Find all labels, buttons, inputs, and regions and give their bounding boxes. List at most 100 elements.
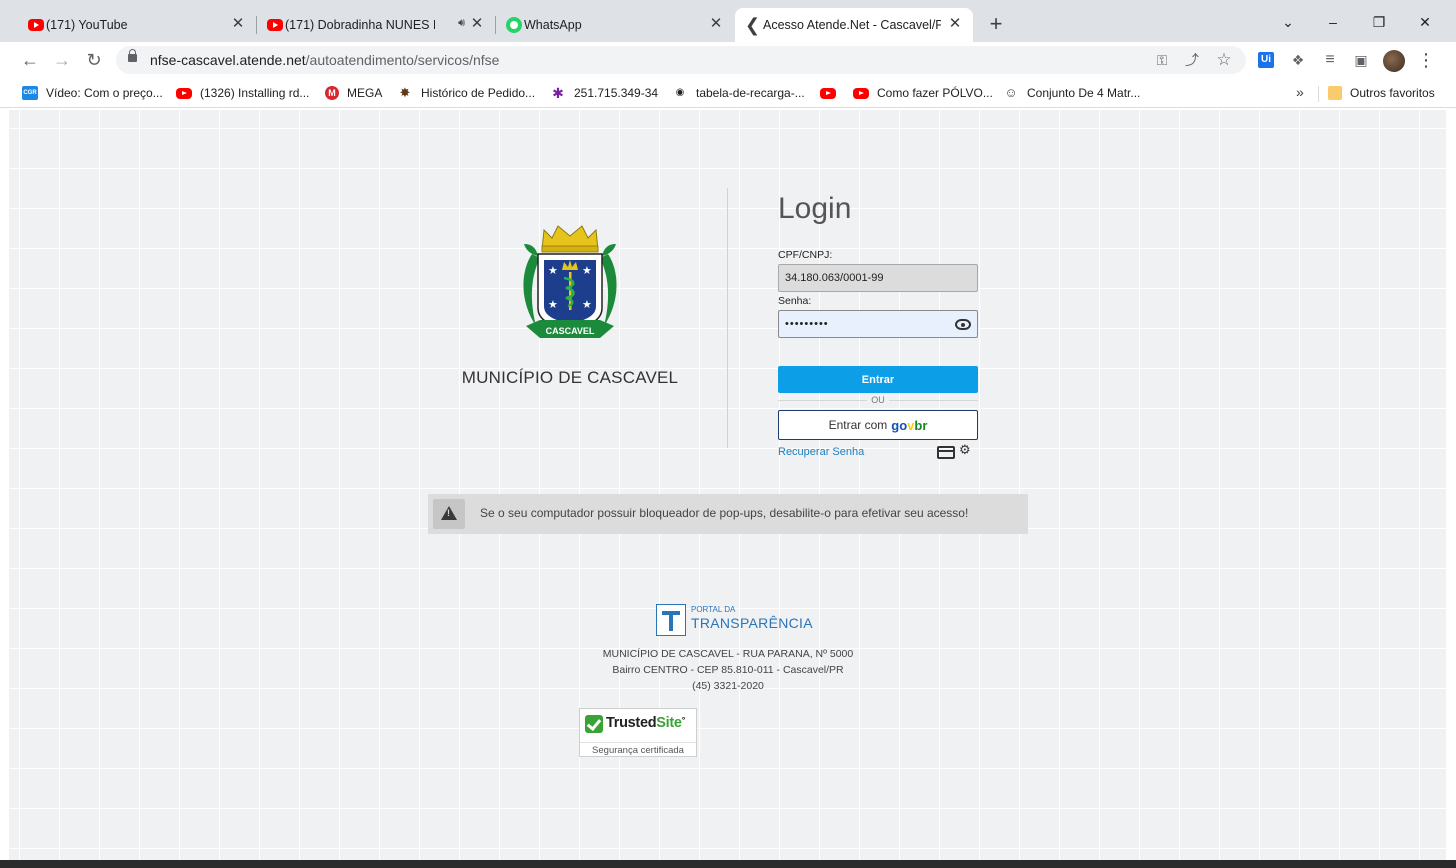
taskbar-edge xyxy=(0,860,1456,868)
govbr-logo: govbr xyxy=(891,418,927,433)
bookmark-item[interactable]: Como fazer PÓLVO... xyxy=(853,84,993,102)
bookmark-item[interactable]: ✱ 251.715.349-34 xyxy=(550,84,658,102)
tab-search-dropdown-icon[interactable]: ⌄ xyxy=(1276,10,1300,34)
lock-icon[interactable] xyxy=(128,49,137,62)
bookmark-item[interactable]: ◉ tabela-de-recarga-... xyxy=(672,84,805,102)
credit-card-icon[interactable] xyxy=(937,446,955,459)
svg-text:★: ★ xyxy=(582,298,592,311)
bug-icon: ✸ xyxy=(399,85,411,100)
store-icon: ☺ xyxy=(1004,85,1018,100)
password-value: ••••••••• xyxy=(785,318,829,330)
share-icon[interactable]: ⤴ xyxy=(1182,50,1202,70)
bookmark-item[interactable]: M MEGA xyxy=(325,84,382,102)
bookmark-label: 251.715.349-34 xyxy=(574,86,659,100)
tab-atende-net[interactable]: ❮ Acesso Atende.Net - Cascavel/PR ✕ xyxy=(735,8,973,42)
menu-kebab-icon[interactable]: ⋮ xyxy=(1416,50,1436,70)
url-text[interactable]: nfse-cascavel.atende.net/autoatendimento… xyxy=(150,52,499,68)
bookmarks-overflow-button[interactable]: » xyxy=(1296,84,1304,100)
password-field[interactable]: ••••••••• xyxy=(778,310,978,338)
key-icon[interactable]: ⚿ xyxy=(1152,50,1172,70)
tab-whatsapp[interactable]: WhatsApp ✕ xyxy=(496,8,734,42)
star-icon[interactable]: ☆ xyxy=(1214,50,1234,70)
new-tab-button[interactable]: + xyxy=(984,12,1008,36)
recover-password-link[interactable]: Recuperar Senha xyxy=(778,446,864,458)
login-button[interactable]: Entrar xyxy=(778,366,978,393)
url-path: /autoatendimento/servicos/nfse xyxy=(305,52,500,68)
youtube-icon xyxy=(820,87,836,99)
tab-strip: (171) YouTube ✕ (171) Dobradinha NUNES M… xyxy=(0,0,1456,42)
minimize-button[interactable]: – xyxy=(1321,10,1345,34)
speaker-icon[interactable]: 🔊︎ xyxy=(458,17,465,30)
close-icon[interactable]: ✕ xyxy=(947,16,963,32)
close-icon[interactable]: ✕ xyxy=(469,16,485,32)
cpf-field[interactable]: 34.180.063/0001-99 xyxy=(778,264,978,292)
trustedsite-name-a: Trusted xyxy=(606,715,657,731)
back-arrow-icon: ❮ xyxy=(745,15,761,35)
eye-icon[interactable] xyxy=(955,319,971,330)
bookmark-label: MEGA xyxy=(347,86,383,100)
other-bookmarks-folder[interactable]: Outros favoritos xyxy=(1328,84,1435,102)
cgr-icon: CGR xyxy=(22,86,38,100)
address-line-1: MUNICÍPIO DE CASCAVEL - RUA PARANA, Nº 5… xyxy=(602,648,854,660)
bookmark-item[interactable]: CGR Vídeo: Com o preço... xyxy=(22,84,163,102)
page-scrollbar[interactable] xyxy=(1446,110,1456,860)
forward-button[interactable]: → xyxy=(50,48,74,72)
bookmark-label: Como fazer PÓLVO... xyxy=(877,86,993,100)
address-bar[interactable]: nfse-cascavel.atende.net/autoatendimento… xyxy=(116,46,1246,74)
browser-toolbar: ← → ↻ nfse-cascavel.atende.net/autoatend… xyxy=(0,42,1456,78)
tab-youtube[interactable]: (171) YouTube ✕ xyxy=(18,8,256,42)
or-label: OU xyxy=(867,395,889,405)
tab-title: WhatsApp xyxy=(524,18,582,32)
address-line-2: Bairro CENTRO - CEP 85.810-011 - Cascave… xyxy=(612,664,844,676)
cpc-icon: ◉ xyxy=(675,87,685,98)
bookmark-label: Vídeo: Com o preço... xyxy=(46,86,163,100)
password-label: Senha: xyxy=(778,295,812,307)
youtube-icon xyxy=(853,87,869,99)
or-label-wrap: OU xyxy=(778,395,978,405)
warning-icon xyxy=(441,506,457,520)
crest-banner-text: CASCAVEL xyxy=(546,326,595,336)
youtube-icon xyxy=(176,87,192,99)
reload-button[interactable]: ↻ xyxy=(82,48,106,72)
whatsapp-icon xyxy=(506,17,522,33)
trustedsite-name-b: Site xyxy=(656,715,682,731)
svg-text:★: ★ xyxy=(548,264,558,277)
bookmark-item[interactable] xyxy=(820,84,844,102)
side-panel-icon[interactable]: ▣ xyxy=(1351,50,1371,70)
close-icon[interactable]: ✕ xyxy=(708,16,724,32)
url-host: nfse-cascavel.atende.net xyxy=(150,52,306,68)
bookmark-item[interactable]: (1326) Installing rd... xyxy=(176,84,309,102)
trustedsite-mark: ° xyxy=(681,715,686,725)
bookmark-item[interactable]: ☺ Conjunto De 4 Matr... xyxy=(1003,84,1140,102)
trustedsite-badge[interactable]: TrustedSite° Segurança certificada xyxy=(579,708,697,757)
govbr-logo-part: go xyxy=(891,417,908,433)
bookmarks-separator xyxy=(1318,86,1319,102)
bookmark-label: Conjunto De 4 Matr... xyxy=(1027,86,1141,100)
bookmarks-bar: CGR Vídeo: Com o preço... (1326) Installi… xyxy=(0,78,1456,108)
alert-text: Se o seu computador possuir bloqueador d… xyxy=(480,506,969,520)
portal-label-small[interactable]: PORTAL DA xyxy=(691,605,735,614)
svg-text:★: ★ xyxy=(582,264,592,277)
cpf-value: 34.180.063/0001-99 xyxy=(785,272,884,284)
mega-icon: M xyxy=(325,86,339,100)
extensions-puzzle-icon[interactable]: ❖ xyxy=(1288,50,1308,70)
gear-icon[interactable]: ⚙ xyxy=(959,443,971,456)
profile-avatar[interactable] xyxy=(1383,50,1405,72)
window-close-button[interactable]: ✕ xyxy=(1413,10,1437,34)
portal-label-big[interactable]: TRANSPARÊNCIA xyxy=(691,615,813,631)
restore-button[interactable]: ❐ xyxy=(1367,10,1391,34)
bookmark-label: tabela-de-recarga-... xyxy=(696,86,805,100)
media-control-icon[interactable]: ≡ xyxy=(1320,50,1340,70)
tab-dobradinha[interactable]: (171) Dobradinha NUNES MÁ 🔊︎ ✕ xyxy=(257,8,495,42)
uipath-extension-icon[interactable]: Ui xyxy=(1258,52,1274,68)
login-title: Login xyxy=(778,192,852,225)
close-icon[interactable]: ✕ xyxy=(230,16,246,32)
check-icon xyxy=(585,715,603,733)
person-icon: ✱ xyxy=(552,85,564,101)
govbr-login-button[interactable]: Entrar com govbr xyxy=(778,410,978,440)
bookmark-item[interactable]: ✸ Histórico de Pedido... xyxy=(397,84,536,102)
back-button[interactable]: ← xyxy=(18,48,42,72)
portal-transparencia-icon[interactable] xyxy=(656,604,686,636)
youtube-icon xyxy=(267,19,283,31)
alert-icon-box xyxy=(433,499,465,529)
